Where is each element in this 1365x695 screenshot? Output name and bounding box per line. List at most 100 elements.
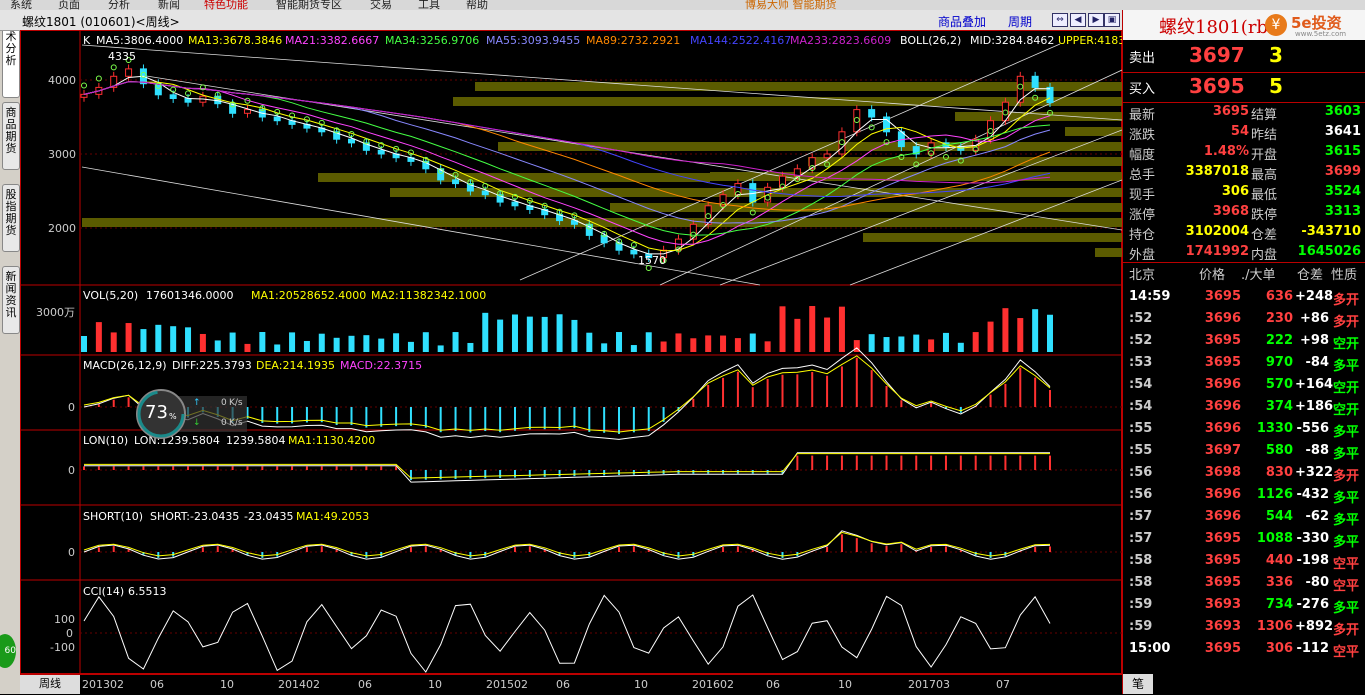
- stat-value: 3699: [1324, 164, 1361, 179]
- volume-bar: [140, 329, 147, 352]
- high-annotation: 4335: [108, 50, 136, 63]
- tab-index-futures[interactable]: 股指期货: [2, 184, 20, 252]
- menu-help[interactable]: 帮助: [466, 0, 488, 10]
- upload-arrow-icon: ↑: [193, 398, 201, 408]
- mid-label: MID:3284.8462: [970, 34, 1054, 47]
- tick-row: :57 3695 1088 -330 多平: [1123, 528, 1365, 550]
- stat-value: 3968: [1212, 204, 1249, 219]
- float-ball-icon[interactable]: 60: [0, 634, 16, 668]
- tick-time: :57: [1129, 531, 1153, 546]
- tick-volume: 570: [1265, 377, 1293, 392]
- tick-row: :58 3695 336 -80 空平: [1123, 572, 1365, 594]
- nav-left-icon[interactable]: ◀: [1070, 13, 1086, 27]
- tick-volume: 230: [1265, 311, 1293, 326]
- menu-system[interactable]: 系统: [10, 0, 32, 10]
- tick-diff: +186: [1295, 399, 1334, 414]
- volume-bar: [601, 343, 608, 352]
- stat-value: 306: [1221, 184, 1249, 199]
- stat-row: 最新 3695 结算 3603: [1123, 104, 1365, 124]
- sell-quote[interactable]: 卖出 3697 3: [1123, 42, 1365, 70]
- nav-right-icon[interactable]: ▶: [1088, 13, 1104, 27]
- tick-header-price: 价格: [1199, 268, 1226, 283]
- tick-diff: +98: [1300, 333, 1329, 348]
- divider: [1123, 102, 1365, 103]
- price-axis-label: 4000: [48, 74, 76, 87]
- contract-name: 螺纹1801(rb: [1159, 17, 1268, 38]
- tick-price: 3695: [1204, 333, 1241, 348]
- indicator-line: [84, 452, 1050, 483]
- menu-tools[interactable]: 工具: [418, 0, 440, 10]
- tick-time: :55: [1129, 421, 1153, 436]
- menu-smart-futures[interactable]: 智能期货专区: [276, 0, 342, 10]
- macd-header: MACD(26,12,9) DIFF:225.3793 DEA:214.1935…: [83, 359, 422, 372]
- tab-news[interactable]: 新闻资讯: [2, 266, 20, 334]
- zoom-in-icon[interactable]: ⇔: [1052, 13, 1068, 27]
- tick-diff: -432: [1296, 487, 1329, 502]
- tick-row: :55 3697 580 -88 多平: [1123, 440, 1365, 462]
- tick-diff: +164: [1295, 377, 1334, 392]
- menu-analysis[interactable]: 分析: [108, 0, 130, 10]
- tick-price: 3696: [1204, 509, 1241, 524]
- k-label: K: [83, 34, 91, 47]
- candle-body: [273, 116, 281, 122]
- tick-nature: 多平: [1333, 359, 1360, 374]
- brand-logo: ¥ 5e投资 www.5etz.com: [1261, 12, 1365, 38]
- menu-page[interactable]: 页面: [58, 0, 80, 10]
- volume-bar: [452, 332, 459, 352]
- period-button[interactable]: 周期: [1008, 13, 1032, 30]
- speed-widget[interactable]: 73 % ↑ 0 K/s ↓ 0 K/s: [135, 388, 247, 440]
- tick-row: :57 3696 544 -62 多平: [1123, 506, 1365, 528]
- buy-quote[interactable]: 买入 3695 5: [1123, 73, 1365, 101]
- stat-value: 3603: [1324, 104, 1361, 119]
- short-header: SHORT(10) SHORT:-23.0435 -23.0435 MA1:49…: [83, 510, 369, 523]
- stat-label: 总手: [1129, 168, 1156, 183]
- tick-price: 3695: [1204, 531, 1241, 546]
- chart-title: 螺纹1801 (010601)<周线>: [22, 15, 180, 29]
- tick-nature: 多平: [1333, 513, 1360, 528]
- tab-commodity-futures[interactable]: 商品期货: [2, 102, 20, 170]
- stat-label: 现手: [1129, 188, 1156, 203]
- tick-row: 15:00 3695 306 -112 空平: [1123, 638, 1365, 660]
- stat-label: 涨停: [1129, 208, 1156, 223]
- tick-diff: -276: [1296, 597, 1329, 612]
- tick-row: :56 3696 1126 -432 多平: [1123, 484, 1365, 506]
- tab-label: 新闻资讯: [5, 270, 17, 319]
- tick-nature: 空开: [1333, 403, 1360, 418]
- period-label[interactable]: 周线: [20, 675, 80, 694]
- tab-label: 商品期货: [5, 106, 17, 155]
- cci-header: CCI(14) 6.5513: [83, 585, 167, 598]
- volume-bar: [734, 338, 741, 352]
- volume-bar: [957, 342, 964, 352]
- tick-volume: 734: [1265, 597, 1293, 612]
- ma144-label: MA144:2522.4167: [690, 34, 791, 47]
- vp-bar: [475, 82, 1122, 91]
- volume-bar: [928, 339, 935, 352]
- overlay-button[interactable]: 商品叠加: [938, 13, 986, 30]
- candle-body: [125, 68, 133, 77]
- volume-bar: [125, 323, 132, 352]
- x-axis-label: 10: [220, 678, 234, 691]
- menu-trade[interactable]: 交易: [370, 0, 392, 10]
- volume-bar: [1047, 314, 1053, 352]
- upload-speed: 0: [221, 398, 227, 408]
- tick-time: :54: [1129, 377, 1153, 392]
- brand-banner: 博易大师 智能期货: [745, 0, 837, 10]
- stat-row: 涨停 3968 跌停 3313: [1123, 204, 1365, 224]
- volume-bar: [809, 306, 816, 352]
- chart-area[interactable]: 4000 3000 2000 4335 1570 K MA5:3806.4000…: [20, 30, 1122, 674]
- tick-header-city: 北京: [1129, 268, 1156, 283]
- volume-bar: [972, 332, 979, 352]
- tick-time: 15:00: [1129, 641, 1171, 656]
- restore-icon[interactable]: ▣: [1104, 13, 1120, 27]
- candle-body: [243, 109, 251, 114]
- menu-news[interactable]: 新闻: [158, 0, 180, 10]
- volume-bar: [437, 345, 444, 352]
- menu-features[interactable]: 特色功能: [204, 0, 248, 10]
- volume-bar: [333, 337, 340, 352]
- tab-ticks[interactable]: 笔: [1123, 674, 1153, 694]
- tick-price: 3696: [1204, 311, 1241, 326]
- stat-value: 1.48%: [1203, 144, 1249, 159]
- x-axis-label: 06: [766, 678, 780, 691]
- stat-label: 跌停: [1251, 208, 1278, 223]
- volume-bar: [170, 326, 177, 352]
